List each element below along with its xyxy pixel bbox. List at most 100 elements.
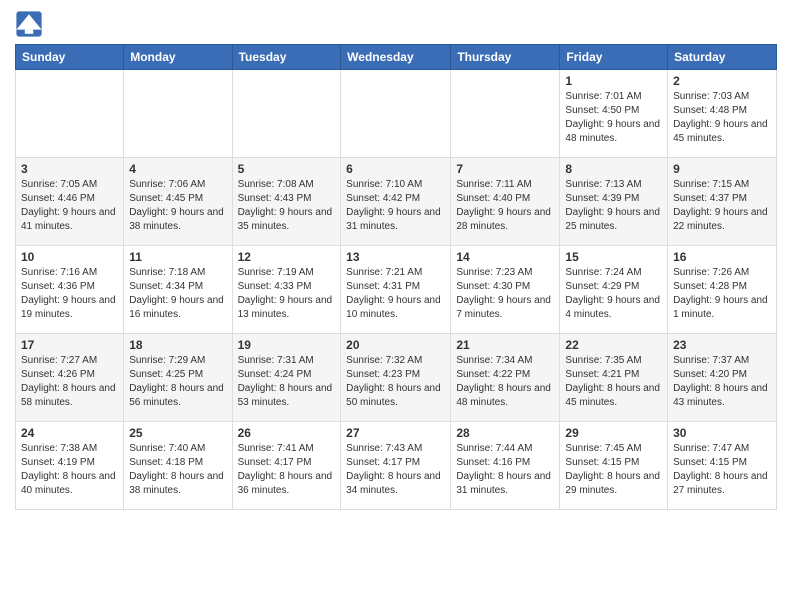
calendar-cell: 19Sunrise: 7:31 AM Sunset: 4:24 PM Dayli… (232, 334, 341, 422)
logo-icon (15, 10, 43, 38)
calendar-cell: 14 Sunrise: 7:23 AM Sunset: 4:30 PM Dayli… (451, 246, 560, 334)
calendar-cell: 25 Sunrise: 7:40 AM Sunset: 4:18 PM Dayli… (124, 422, 232, 510)
day-number: 18 (129, 338, 226, 352)
calendar-cell: 28 Sunrise: 7:44 AM Sunset: 4:16 PM Dayli… (451, 422, 560, 510)
calendar-cell: 23 Sunrise: 7:37 AM Sunset: 4:20 PM Dayli… (668, 334, 777, 422)
day-number: 28 (456, 426, 554, 440)
day-number: 25 (129, 426, 226, 440)
calendar-week-1: 1 Sunrise: 7:01 AM Sunset: 4:50 PM Daylig… (16, 70, 777, 158)
day-number: 16 (673, 250, 771, 264)
calendar-cell: 26Sunrise: 7:41 AM Sunset: 4:17 PM Dayli… (232, 422, 341, 510)
calendar-cell: 13Sunrise: 7:21 AM Sunset: 4:31 PM Dayli… (341, 246, 451, 334)
day-info: Sunrise: 7:03 AM Sunset: 4:48 PM Dayligh… (673, 90, 771, 146)
day-number: 7 (456, 162, 554, 176)
day-number: 30 (673, 426, 771, 440)
calendar-cell (16, 70, 124, 158)
day-info: Sunrise: 7:18 AM Sunset: 4:34 PM Dayligh… (129, 266, 226, 322)
calendar-cell: 17 Sunrise: 7:27 AM Sunset: 4:26 PM Dayli… (16, 334, 124, 422)
day-number: 2 (673, 74, 771, 88)
day-number: 8 (565, 162, 662, 176)
day-number: 12 (238, 250, 336, 264)
day-info: Sunrise: 7:32 AM Sunset: 4:23 PM Dayligh… (346, 354, 445, 410)
calendar-week-3: 10 Sunrise: 7:16 AM Sunset: 4:36 PM Dayli… (16, 246, 777, 334)
day-info: Sunrise: 7:29 AM Sunset: 4:25 PM Dayligh… (129, 354, 226, 410)
calendar-cell: 8 Sunrise: 7:13 AM Sunset: 4:39 PM Daylig… (560, 158, 668, 246)
calendar-cell: 3Sunrise: 7:05 AM Sunset: 4:46 PM Daylig… (16, 158, 124, 246)
day-info: Sunrise: 7:19 AM Sunset: 4:33 PM Dayligh… (238, 266, 336, 322)
day-number: 5 (238, 162, 336, 176)
calendar-week-5: 24Sunrise: 7:38 AM Sunset: 4:19 PM Dayli… (16, 422, 777, 510)
day-info: Sunrise: 7:35 AM Sunset: 4:21 PM Dayligh… (565, 354, 662, 410)
calendar-cell: 21 Sunrise: 7:34 AM Sunset: 4:22 PM Dayli… (451, 334, 560, 422)
day-info: Sunrise: 7:45 AM Sunset: 4:15 PM Dayligh… (565, 442, 662, 498)
day-info: Sunrise: 7:16 AM Sunset: 4:36 PM Dayligh… (21, 266, 118, 322)
weekday-header-wednesday: Wednesday (341, 45, 451, 70)
day-info: Sunrise: 7:05 AM Sunset: 4:46 PM Dayligh… (21, 178, 118, 234)
weekday-header-monday: Monday (124, 45, 232, 70)
calendar-cell: 22 Sunrise: 7:35 AM Sunset: 4:21 PM Dayli… (560, 334, 668, 422)
day-info: Sunrise: 7:15 AM Sunset: 4:37 PM Dayligh… (673, 178, 771, 234)
day-info: Sunrise: 7:27 AM Sunset: 4:26 PM Dayligh… (21, 354, 118, 410)
calendar-cell: 1 Sunrise: 7:01 AM Sunset: 4:50 PM Daylig… (560, 70, 668, 158)
day-info: Sunrise: 7:06 AM Sunset: 4:45 PM Dayligh… (129, 178, 226, 234)
day-info: Sunrise: 7:21 AM Sunset: 4:31 PM Dayligh… (346, 266, 445, 322)
day-info: Sunrise: 7:44 AM Sunset: 4:16 PM Dayligh… (456, 442, 554, 498)
day-info: Sunrise: 7:23 AM Sunset: 4:30 PM Dayligh… (456, 266, 554, 322)
day-info: Sunrise: 7:43 AM Sunset: 4:17 PM Dayligh… (346, 442, 445, 498)
day-info: Sunrise: 7:08 AM Sunset: 4:43 PM Dayligh… (238, 178, 336, 234)
calendar-cell: 11 Sunrise: 7:18 AM Sunset: 4:34 PM Dayli… (124, 246, 232, 334)
weekday-header-tuesday: Tuesday (232, 45, 341, 70)
calendar-cell: 18 Sunrise: 7:29 AM Sunset: 4:25 PM Dayli… (124, 334, 232, 422)
logo (15, 10, 47, 38)
day-number: 21 (456, 338, 554, 352)
day-number: 4 (129, 162, 226, 176)
calendar-cell: 29 Sunrise: 7:45 AM Sunset: 4:15 PM Dayli… (560, 422, 668, 510)
calendar-cell: 24Sunrise: 7:38 AM Sunset: 4:19 PM Dayli… (16, 422, 124, 510)
calendar-cell: 9 Sunrise: 7:15 AM Sunset: 4:37 PM Daylig… (668, 158, 777, 246)
day-info: Sunrise: 7:13 AM Sunset: 4:39 PM Dayligh… (565, 178, 662, 234)
weekday-header-saturday: Saturday (668, 45, 777, 70)
day-info: Sunrise: 7:41 AM Sunset: 4:17 PM Dayligh… (238, 442, 336, 498)
day-number: 14 (456, 250, 554, 264)
calendar-cell: 7 Sunrise: 7:11 AM Sunset: 4:40 PM Daylig… (451, 158, 560, 246)
day-number: 1 (565, 74, 662, 88)
day-info: Sunrise: 7:10 AM Sunset: 4:42 PM Dayligh… (346, 178, 445, 234)
calendar-cell (341, 70, 451, 158)
calendar-cell: 4 Sunrise: 7:06 AM Sunset: 4:45 PM Daylig… (124, 158, 232, 246)
day-number: 23 (673, 338, 771, 352)
day-number: 15 (565, 250, 662, 264)
day-number: 10 (21, 250, 118, 264)
day-info: Sunrise: 7:26 AM Sunset: 4:28 PM Dayligh… (673, 266, 771, 322)
calendar-cell (451, 70, 560, 158)
calendar: SundayMondayTuesdayWednesdayThursdayFrid… (15, 44, 777, 510)
day-info: Sunrise: 7:37 AM Sunset: 4:20 PM Dayligh… (673, 354, 771, 410)
day-number: 9 (673, 162, 771, 176)
calendar-cell (232, 70, 341, 158)
day-number: 11 (129, 250, 226, 264)
calendar-cell: 16 Sunrise: 7:26 AM Sunset: 4:28 PM Dayli… (668, 246, 777, 334)
calendar-cell (124, 70, 232, 158)
day-info: Sunrise: 7:31 AM Sunset: 4:24 PM Dayligh… (238, 354, 336, 410)
day-info: Sunrise: 7:40 AM Sunset: 4:18 PM Dayligh… (129, 442, 226, 498)
day-number: 29 (565, 426, 662, 440)
day-number: 17 (21, 338, 118, 352)
header (15, 10, 777, 38)
calendar-cell: 30 Sunrise: 7:47 AM Sunset: 4:15 PM Dayli… (668, 422, 777, 510)
weekday-header-sunday: Sunday (16, 45, 124, 70)
calendar-cell: 6Sunrise: 7:10 AM Sunset: 4:42 PM Daylig… (341, 158, 451, 246)
day-info: Sunrise: 7:34 AM Sunset: 4:22 PM Dayligh… (456, 354, 554, 410)
calendar-cell: 27Sunrise: 7:43 AM Sunset: 4:17 PM Dayli… (341, 422, 451, 510)
calendar-week-2: 3Sunrise: 7:05 AM Sunset: 4:46 PM Daylig… (16, 158, 777, 246)
page-container: SundayMondayTuesdayWednesdayThursdayFrid… (0, 0, 792, 520)
weekday-header-thursday: Thursday (451, 45, 560, 70)
day-info: Sunrise: 7:01 AM Sunset: 4:50 PM Dayligh… (565, 90, 662, 146)
day-info: Sunrise: 7:11 AM Sunset: 4:40 PM Dayligh… (456, 178, 554, 234)
day-info: Sunrise: 7:24 AM Sunset: 4:29 PM Dayligh… (565, 266, 662, 322)
calendar-cell: 12 Sunrise: 7:19 AM Sunset: 4:33 PM Dayli… (232, 246, 341, 334)
day-number: 22 (565, 338, 662, 352)
calendar-header-row: SundayMondayTuesdayWednesdayThursdayFrid… (16, 45, 777, 70)
day-info: Sunrise: 7:38 AM Sunset: 4:19 PM Dayligh… (21, 442, 118, 498)
calendar-week-4: 17 Sunrise: 7:27 AM Sunset: 4:26 PM Dayli… (16, 334, 777, 422)
day-info: Sunrise: 7:47 AM Sunset: 4:15 PM Dayligh… (673, 442, 771, 498)
day-number: 20 (346, 338, 445, 352)
